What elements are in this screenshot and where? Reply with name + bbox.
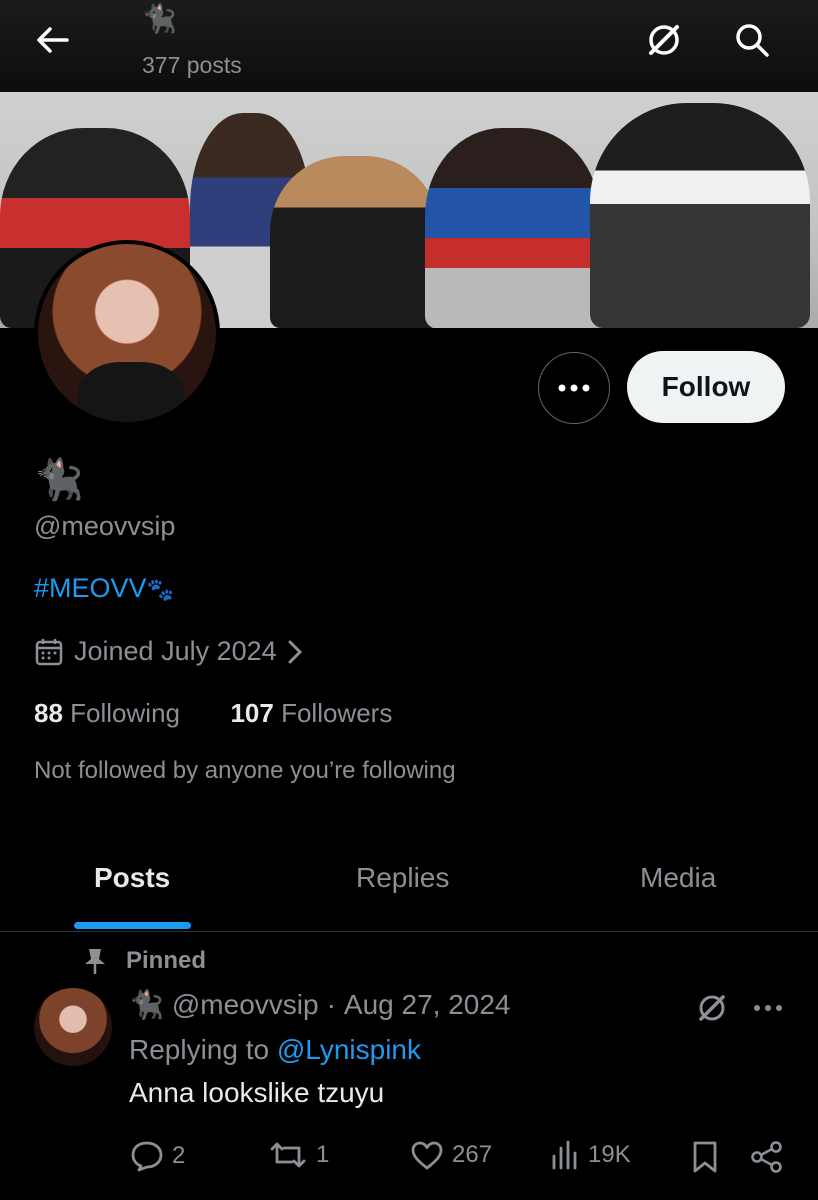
pinned-label: Pinned [126, 947, 207, 974]
tab-replies[interactable]: Replies [356, 862, 449, 894]
tabs-divider [0, 931, 818, 932]
following-label: Following [70, 698, 180, 728]
top-bar: 🐈‍⬛ 377 posts [0, 0, 818, 92]
profile-display-name: 🐈‍⬛ [34, 458, 84, 502]
grok-button[interactable] [642, 18, 686, 62]
active-tab-indicator [74, 922, 191, 929]
post-date[interactable]: Aug 27, 2024 [344, 989, 511, 1021]
replying-to-mention[interactable]: @Lynispink [277, 1034, 421, 1065]
chevron-right-icon [288, 640, 302, 663]
header-display-name: 🐈‍⬛ [142, 3, 177, 34]
more-options-button[interactable] [538, 352, 610, 424]
joined-date-row[interactable]: Joined July 2024 [34, 636, 303, 667]
banner-figure [270, 156, 440, 328]
post-more-button[interactable] [750, 990, 786, 1026]
back-button[interactable] [28, 20, 76, 60]
banner-figure [425, 128, 600, 328]
analytics-icon [552, 1140, 577, 1170]
reply-icon [131, 1141, 163, 1172]
tab-posts[interactable]: Posts [94, 862, 170, 894]
view-count: 19K [588, 1141, 631, 1168]
repost-count: 1 [316, 1141, 330, 1168]
search-button[interactable] [730, 18, 774, 62]
profile-handle: @meovvsip [34, 511, 176, 541]
banner-figure [590, 103, 810, 328]
post-author-avatar[interactable] [34, 988, 112, 1066]
reply-button[interactable]: 2 [130, 1140, 185, 1172]
repost-icon [270, 1142, 306, 1168]
header-post-count: 377 posts [142, 52, 242, 78]
like-count: 267 [452, 1141, 493, 1168]
heart-icon [411, 1141, 443, 1170]
mutual-followers-note: Not followed by anyone you’re following [34, 757, 456, 784]
post-grok-button[interactable] [694, 990, 730, 1026]
grok-icon [699, 995, 725, 1021]
following-link[interactable]: 88 Following [34, 698, 180, 728]
bio-emoji: 🐾 [146, 577, 174, 602]
more-horizontal-icon [558, 384, 590, 392]
grok-icon [649, 25, 679, 55]
followers-link[interactable]: 107 Followers [230, 698, 392, 728]
bio-hashtag-link[interactable]: #MEOVV [34, 573, 147, 603]
follow-button[interactable]: Follow [627, 351, 785, 423]
post-author-handle[interactable]: @meovvsip [172, 989, 319, 1021]
bookmark-button[interactable] [690, 1140, 720, 1174]
calendar-icon [35, 638, 63, 665]
post-separator: · [326, 988, 336, 1020]
bookmark-icon [693, 1141, 717, 1173]
like-button[interactable]: 267 [410, 1140, 492, 1170]
replying-prefix: Replying to [129, 1034, 270, 1065]
reply-count: 2 [172, 1142, 186, 1169]
followers-label: Followers [281, 698, 393, 728]
share-icon [751, 1141, 782, 1173]
post-text: Anna lookslike tzuyu [129, 1077, 385, 1108]
search-icon [736, 24, 769, 57]
replying-to-line: Replying to @Lynispink [129, 1034, 421, 1066]
more-horizontal-icon [754, 1005, 782, 1011]
post-header: 🐈‍⬛ @meovvsip · Aug 27, 2024 [129, 988, 510, 1021]
profile-avatar[interactable] [34, 240, 220, 426]
pinned-label-row: Pinned [82, 947, 206, 975]
pin-icon [85, 949, 105, 974]
arrow-left-icon [37, 27, 69, 53]
profile-bio: #MEOVV🐾 [34, 573, 174, 604]
share-button[interactable] [750, 1140, 784, 1174]
following-count: 88 [34, 698, 63, 728]
repost-button[interactable]: 1 [268, 1140, 329, 1170]
post-author-name[interactable]: 🐈‍⬛ [129, 988, 164, 1021]
views-button[interactable]: 19K [550, 1140, 631, 1170]
joined-date: Joined July 2024 [74, 636, 277, 666]
follow-stats: 88 Following 107 Followers [34, 698, 392, 729]
tab-media[interactable]: Media [640, 862, 716, 894]
followers-count: 107 [230, 698, 274, 728]
